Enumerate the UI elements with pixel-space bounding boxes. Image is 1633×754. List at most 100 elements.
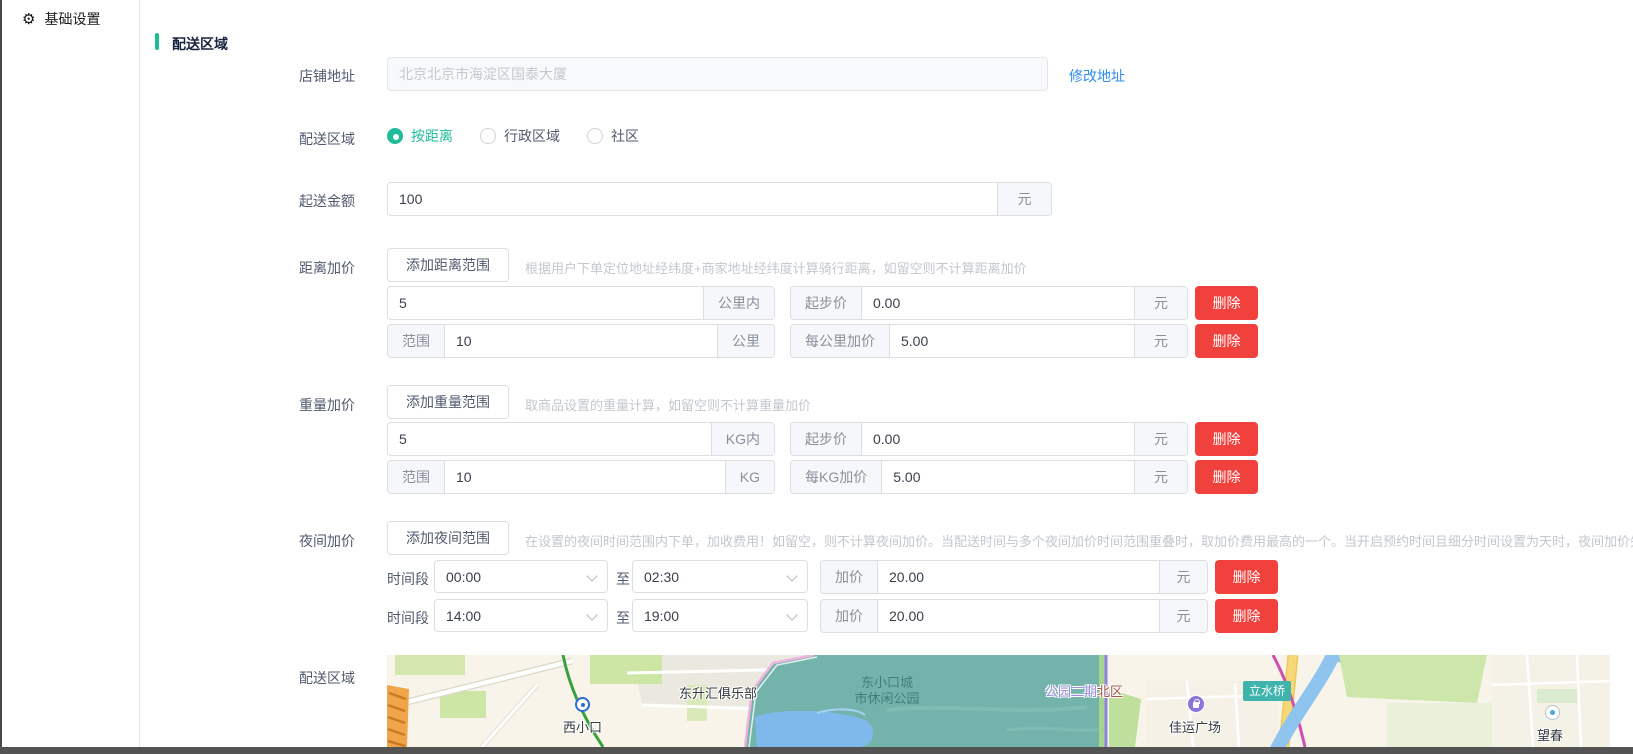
map-place-park-phase2: 公园二期北区 [1045, 681, 1123, 700]
min-amount-input[interactable] [388, 183, 997, 215]
weight-row2-unit: KG [725, 461, 774, 493]
night-row1-price-unit: 元 [1159, 561, 1207, 593]
night-row1-price-label: 加价 [821, 561, 878, 593]
radio-community[interactable]: 社区 [587, 126, 639, 146]
distance-row2-price-unit: 元 [1134, 325, 1187, 357]
map-place-lishuiqiao: 立水桥 [1243, 681, 1291, 701]
distance-row1-price-input[interactable] [862, 287, 1134, 319]
distance-row1-range-group: 公里内 [387, 286, 775, 320]
distance-markup-label: 距离加价 [155, 258, 355, 278]
night-row2-price-input[interactable] [878, 600, 1159, 632]
chevron-down-icon [786, 609, 797, 620]
night-markup-label: 夜间加价 [155, 531, 355, 551]
night-row1-to-label: 至 [616, 569, 630, 589]
poi-icon [1545, 705, 1560, 720]
mall-icon [1187, 695, 1205, 713]
delivery-map[interactable]: 西小口 东升汇俱乐部 东小口城 市休闲公园 公园二期北区 佳运广场 立水桥 望春 [387, 655, 1610, 747]
weight-row1-delete-button[interactable]: 删除 [1195, 422, 1258, 456]
night-row2-period-label: 时间段 [387, 608, 429, 628]
distance-row2-range-group: 范围 公里 [387, 324, 775, 358]
add-weight-range-button[interactable]: 添加重量范围 [387, 385, 509, 419]
weight-row2-price-label: 每KG加价 [791, 461, 882, 493]
weight-row1-price-input[interactable] [862, 423, 1134, 455]
chevron-down-icon [586, 570, 597, 581]
weight-row1-unit: KG内 [711, 423, 774, 455]
weight-row1-price-label: 起步价 [791, 423, 862, 455]
distance-row2-price-group: 每公里加价 元 [790, 324, 1188, 358]
map-place-jiayun-plaza: 佳运广场 [1169, 717, 1221, 736]
distance-row1-price-label: 起步价 [791, 287, 862, 319]
weight-row2-price-input[interactable] [882, 461, 1134, 493]
weight-row1-price-group: 起步价 元 [790, 422, 1188, 456]
store-address-group [387, 57, 1048, 91]
window-bottom-edge [0, 747, 1633, 754]
weight-row2-range-label: 范围 [388, 461, 445, 493]
store-address-label: 店铺地址 [155, 66, 355, 86]
weight-row1-value-input[interactable] [388, 423, 711, 455]
sidebar: ⚙ 基础设置 [2, 0, 140, 747]
sidebar-item-label: 基础设置 [44, 9, 100, 29]
night-row1-start-select[interactable]: 00:00 [434, 560, 608, 593]
distance-row1-price-unit: 元 [1134, 287, 1187, 319]
map-area-label: 配送区域 [155, 668, 355, 688]
night-row2-end-select[interactable]: 19:00 [632, 599, 808, 632]
metro-station-icon [575, 697, 590, 712]
night-row2-price-label: 加价 [821, 600, 878, 632]
night-row1-price-input[interactable] [878, 561, 1159, 593]
night-row2-start-select[interactable]: 14:00 [434, 599, 608, 632]
distance-row2-value-input[interactable] [445, 325, 717, 357]
min-amount-label: 起送金额 [155, 191, 355, 211]
night-row1-end-select[interactable]: 02:30 [632, 560, 808, 593]
night-row2-price-group: 加价 元 [820, 599, 1208, 633]
radio-dot-icon [587, 128, 603, 144]
weight-row1-range-group: KG内 [387, 422, 775, 456]
weight-row1-price-unit: 元 [1134, 423, 1187, 455]
sidebar-item-basic-settings[interactable]: ⚙ 基础设置 [2, 0, 139, 37]
chevron-down-icon [786, 570, 797, 581]
night-row1-period-label: 时间段 [387, 569, 429, 589]
section-accent-bar [155, 33, 159, 50]
map-place-xixiaokou: 西小口 [563, 717, 602, 736]
night-row2-to-label: 至 [616, 608, 630, 628]
weight-hint: 取商品设置的重量计算，如留空则不计算重量加价 [525, 395, 811, 414]
weight-markup-label: 重量加价 [155, 395, 355, 415]
radio-dot-icon [480, 128, 496, 144]
distance-row1-price-group: 起步价 元 [790, 286, 1188, 320]
gear-icon: ⚙ [22, 12, 35, 27]
distance-row2-unit: 公里 [717, 325, 774, 357]
store-address-input[interactable] [388, 58, 1047, 90]
night-row1-price-group: 加价 元 [820, 560, 1208, 594]
area-type-label: 配送区域 [155, 129, 355, 149]
distance-row2-price-label: 每公里加价 [791, 325, 890, 357]
weight-row2-range-group: 范围 KG [387, 460, 775, 494]
night-row2-price-unit: 元 [1159, 600, 1207, 632]
distance-row1-unit: 公里内 [703, 287, 774, 319]
radio-dot-icon [387, 128, 403, 144]
radio-admin-region[interactable]: 行政区域 [480, 126, 560, 146]
add-distance-range-button[interactable]: 添加距离范围 [387, 248, 509, 282]
map-place-wangchun: 望春 [1537, 725, 1563, 744]
min-amount-group: 元 [387, 182, 1052, 216]
chevron-down-icon [586, 609, 597, 620]
distance-row2-price-input[interactable] [890, 325, 1134, 357]
add-night-range-button[interactable]: 添加夜间范围 [387, 521, 509, 555]
distance-row1-delete-button[interactable]: 删除 [1195, 286, 1258, 320]
weight-row2-price-unit: 元 [1134, 461, 1187, 493]
distance-row1-value-input[interactable] [388, 287, 703, 319]
section-title: 配送区域 [172, 34, 228, 54]
night-row2-delete-button[interactable]: 删除 [1215, 599, 1278, 633]
weight-row2-delete-button[interactable]: 删除 [1195, 460, 1258, 494]
weight-row2-value-input[interactable] [445, 461, 725, 493]
distance-row2-delete-button[interactable]: 删除 [1195, 324, 1258, 358]
min-amount-unit: 元 [997, 183, 1051, 215]
weight-row2-price-group: 每KG加价 元 [790, 460, 1188, 494]
distance-hint: 根据用户下单定位地址经纬度+商家地址经纬度计算骑行距离，如留空则不计算距离加价 [525, 258, 1027, 277]
night-row1-delete-button[interactable]: 删除 [1215, 560, 1278, 594]
area-type-radio-group: 按距离 行政区域 社区 [387, 126, 639, 146]
map-place-dongshenghui-club: 东升汇俱乐部 [679, 683, 757, 702]
delivery-settings-page: ⚙ 基础设置 配送区域 店铺地址 修改地址 配送区域 按距离 行政区域 社区 起… [0, 0, 1633, 754]
radio-by-distance[interactable]: 按距离 [387, 126, 453, 146]
night-hint: 在设置的夜间时间范围内下单，加收费用！如留空，则不计算夜间加价。当配送时间与多个… [525, 531, 1633, 550]
map-place-park: 东小口城 市休闲公园 [827, 675, 947, 707]
modify-address-link[interactable]: 修改地址 [1069, 66, 1125, 86]
